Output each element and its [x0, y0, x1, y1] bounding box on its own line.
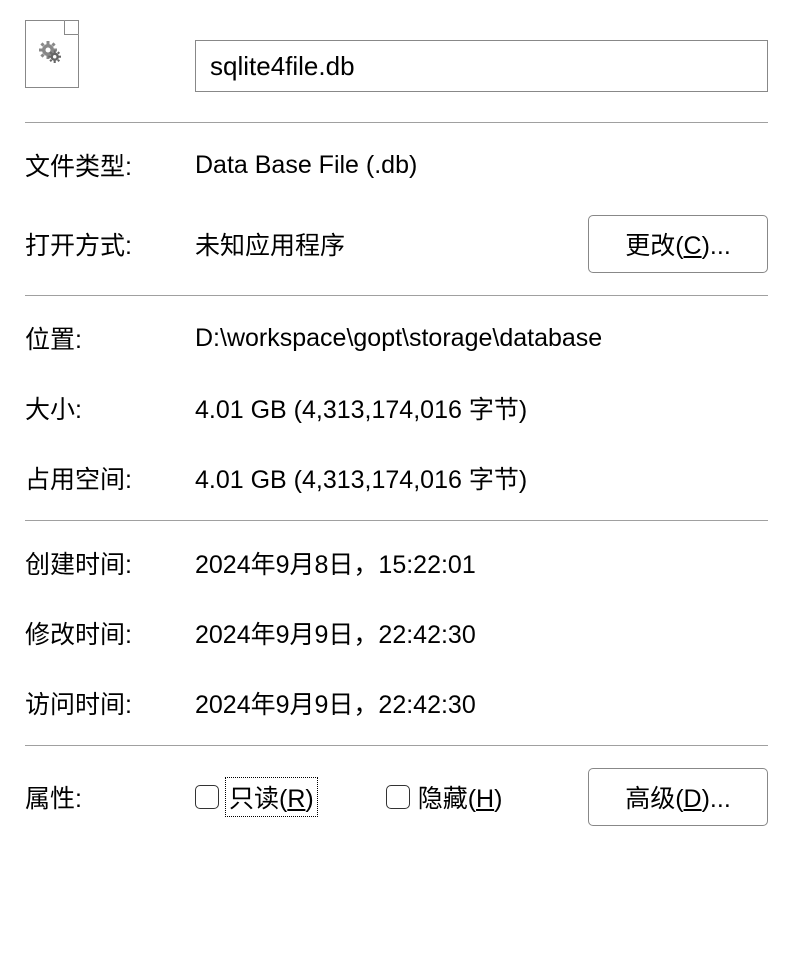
- change-button-accel: C: [684, 232, 702, 260]
- row-modified: 修改时间: 2024年9月9日，22:42:30: [25, 613, 768, 653]
- divider: [25, 520, 768, 521]
- section-size: 位置: D:\workspace\gopt\storage\database 大…: [25, 318, 768, 520]
- advanced-button-prefix: 高级(: [625, 785, 683, 813]
- created-value: 2024年9月8日，15:22:01: [195, 545, 768, 581]
- row-attributes: 属性: 只读(R) 隐藏(H) 高级(D)...: [25, 768, 768, 826]
- checkbox-icon: [195, 785, 219, 809]
- created-label: 创建时间:: [25, 545, 195, 581]
- section-attributes: 属性: 只读(R) 隐藏(H) 高级(D)...: [25, 768, 768, 848]
- row-created: 创建时间: 2024年9月8日，15:22:01: [25, 543, 768, 583]
- change-button-prefix: 更改(: [625, 232, 683, 260]
- hidden-checkbox-label: 隐藏(H): [418, 779, 503, 815]
- size-value: 4.01 GB (4,313,174,016 字节): [195, 390, 768, 426]
- size-label: 大小:: [25, 390, 195, 426]
- row-size-on-disk: 占用空间: 4.01 GB (4,313,174,016 字节): [25, 458, 768, 498]
- attributes-label: 属性:: [25, 779, 195, 815]
- section-times: 创建时间: 2024年9月8日，15:22:01 修改时间: 2024年9月9日…: [25, 543, 768, 745]
- file-icon-wrap: [25, 20, 195, 88]
- advanced-button-suffix: )...: [702, 785, 731, 813]
- row-accessed: 访问时间: 2024年9月9日，22:42:30: [25, 683, 768, 723]
- open-with-label: 打开方式:: [25, 226, 195, 262]
- hidden-checkbox[interactable]: 隐藏(H): [386, 779, 503, 815]
- size-on-disk-label: 占用空间:: [25, 460, 195, 496]
- divider: [25, 295, 768, 296]
- modified-value: 2024年9月9日，22:42:30: [195, 615, 768, 651]
- file-type-label: 文件类型:: [25, 147, 195, 183]
- modified-label: 修改时间:: [25, 615, 195, 651]
- location-value: D:\workspace\gopt\storage\database: [195, 324, 768, 353]
- checkbox-icon: [386, 785, 410, 809]
- change-button[interactable]: 更改(C)...: [588, 215, 768, 273]
- row-location: 位置: D:\workspace\gopt\storage\database: [25, 318, 768, 358]
- row-open-with: 打开方式: 未知应用程序 更改(C)...: [25, 215, 768, 273]
- row-file-type: 文件类型: Data Base File (.db): [25, 145, 768, 185]
- header-row: [25, 20, 768, 122]
- open-with-value: 未知应用程序: [195, 226, 588, 262]
- filename-input[interactable]: [195, 40, 768, 92]
- advanced-button-accel: D: [684, 785, 702, 813]
- section-type: 文件类型: Data Base File (.db) 打开方式: 未知应用程序 …: [25, 145, 768, 295]
- attributes-checks: 只读(R) 隐藏(H): [195, 779, 588, 815]
- location-label: 位置:: [25, 320, 195, 356]
- divider: [25, 745, 768, 746]
- readonly-checkbox-label: 只读(R): [227, 779, 316, 815]
- row-size: 大小: 4.01 GB (4,313,174,016 字节): [25, 388, 768, 428]
- divider: [25, 122, 768, 123]
- readonly-checkbox[interactable]: 只读(R): [195, 779, 316, 815]
- size-on-disk-value: 4.01 GB (4,313,174,016 字节): [195, 460, 768, 496]
- advanced-button[interactable]: 高级(D)...: [588, 768, 768, 826]
- file-type-value: Data Base File (.db): [195, 151, 768, 180]
- file-type-icon: [25, 20, 79, 88]
- accessed-value: 2024年9月9日，22:42:30: [195, 685, 768, 721]
- gears-icon: [37, 39, 67, 69]
- accessed-label: 访问时间:: [25, 685, 195, 721]
- change-button-suffix: )...: [702, 232, 731, 260]
